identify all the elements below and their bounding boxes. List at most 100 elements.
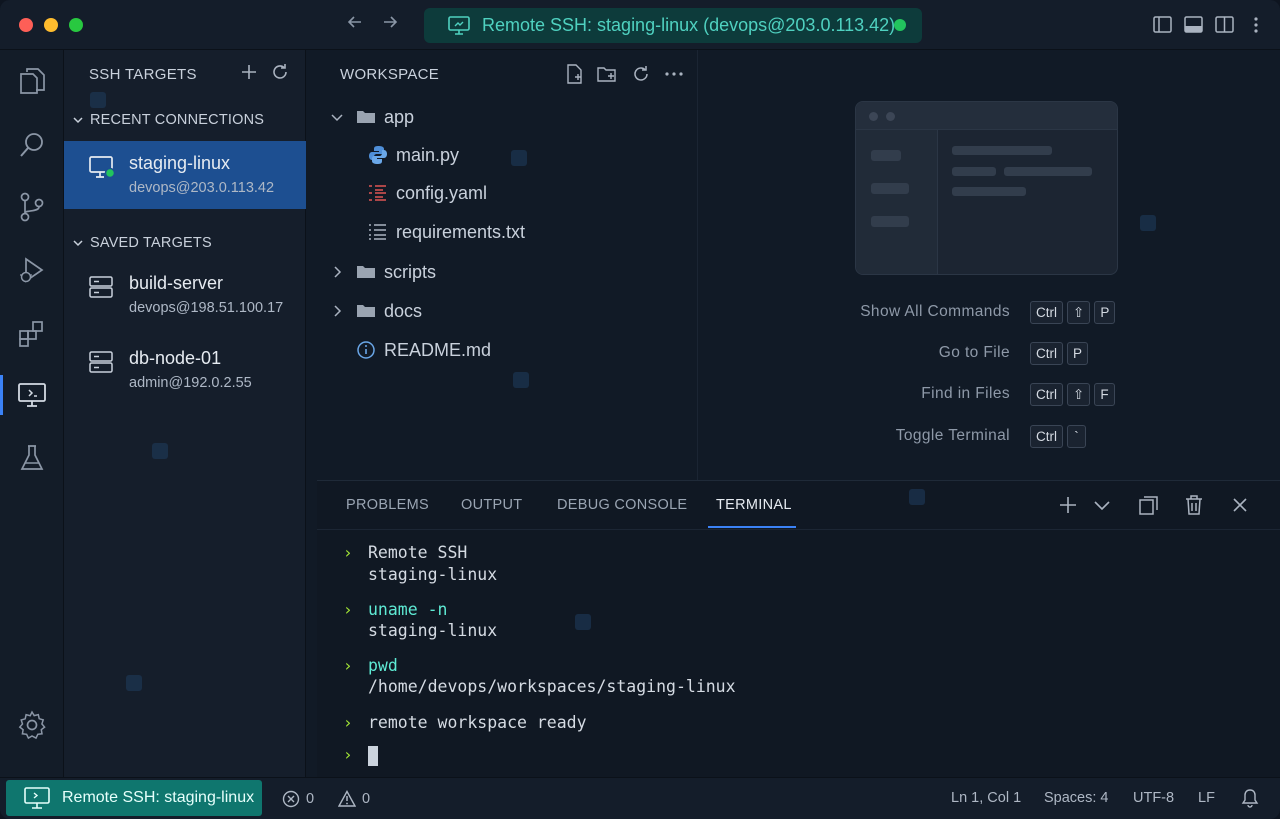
ssh-targets-sidebar: SSH TARGETS RECENT CONNECTIONS staging-l…	[64, 50, 306, 777]
status-indentation[interactable]: Spaces: 4	[1044, 790, 1109, 806]
extensions-icon[interactable]	[16, 317, 48, 349]
new-terminal-icon[interactable]	[1056, 493, 1080, 517]
notifications-bell-icon[interactable]	[1241, 788, 1259, 808]
yaml-file-icon	[369, 185, 386, 201]
active-view-indicator	[0, 375, 3, 415]
search-icon[interactable]	[16, 129, 48, 161]
status-errors[interactable]: 0	[282, 790, 314, 808]
more-options-icon[interactable]	[662, 62, 685, 85]
more-actions-icon[interactable]	[1245, 14, 1266, 35]
toggle-sidebar-icon[interactable]	[1152, 14, 1173, 35]
key: Ctrl	[1030, 342, 1063, 365]
key: F	[1094, 383, 1115, 406]
terminal-prompt: ›	[343, 600, 353, 619]
explorer-title: WORKSPACE	[340, 66, 440, 83]
tree-file-config-yaml[interactable]: config.yaml	[368, 179, 487, 207]
toggle-panel-icon[interactable]	[1183, 14, 1204, 35]
text-file-icon	[369, 224, 386, 240]
testing-flask-icon[interactable]	[16, 442, 48, 474]
run-debug-icon[interactable]	[16, 254, 48, 286]
remote-connection-pill[interactable]: Remote SSH: staging-linux (devops@203.0.…	[424, 8, 922, 43]
shortcut-keys: Ctrl ⇧ P	[1030, 301, 1116, 324]
new-folder-icon[interactable]	[596, 62, 619, 85]
server-icon	[89, 350, 113, 379]
remote-connection-label: Remote SSH: staging-linux (devops@203.0.…	[482, 15, 896, 35]
tab-terminal[interactable]: TERMINAL	[716, 497, 792, 513]
error-icon	[282, 790, 300, 808]
remote-monitor-icon	[24, 787, 50, 809]
refresh-explorer-icon[interactable]	[629, 62, 652, 85]
settings-gear-icon[interactable]	[16, 709, 48, 741]
add-target-icon[interactable]	[240, 63, 258, 87]
tab-debug-console[interactable]: DEBUG CONSOLE	[557, 497, 687, 513]
connection-name: staging-linux	[129, 153, 231, 173]
bottom-panel: PROBLEMS OUTPUT DEBUG CONSOLE TERMINAL ›…	[317, 480, 1280, 777]
status-remote-button[interactable]: Remote SSH: staging-linux	[6, 780, 262, 816]
status-encoding[interactable]: UTF-8	[1133, 790, 1174, 806]
watermark-mark	[575, 614, 591, 630]
trash-icon[interactable]	[1182, 493, 1206, 517]
status-warnings[interactable]: 0	[338, 790, 370, 808]
watermark-mark	[90, 92, 106, 108]
watermark-mark	[511, 150, 527, 166]
minimize-window-button[interactable]	[44, 18, 58, 32]
saved-targets-header[interactable]: SAVED TARGETS	[72, 235, 212, 251]
maximize-window-button[interactable]	[69, 18, 83, 32]
key: ⇧	[1067, 383, 1091, 406]
terminal-command: pwd	[368, 656, 398, 675]
shortcut-label: Show All Commands	[860, 303, 1010, 320]
tree-folder-docs[interactable]: docs	[330, 297, 422, 325]
saved-target-db-node-01[interactable]: db-node-01 admin@192.0.2.55	[64, 336, 306, 404]
saved-target-build-server[interactable]: build-server devops@198.51.100.17	[64, 261, 306, 329]
remote-explorer-icon[interactable]	[16, 379, 48, 411]
status-cursor-position[interactable]: Ln 1, Col 1	[951, 790, 1021, 806]
tree-item-label: app	[384, 106, 415, 127]
recent-connections-label: RECENT CONNECTIONS	[90, 112, 265, 128]
terminal-prompt: ›	[343, 745, 353, 764]
key: Ctrl	[1030, 383, 1063, 406]
key: `	[1067, 425, 1086, 448]
connection-item-staging-linux[interactable]: staging-linux devops@203.0.113.42	[64, 141, 306, 209]
refresh-icon[interactable]	[271, 63, 289, 87]
folder-open-icon	[357, 111, 375, 123]
arrow-right-icon[interactable]	[378, 12, 402, 38]
chevron-right-icon	[334, 305, 342, 317]
info-icon	[357, 341, 375, 359]
key: Ctrl	[1030, 301, 1063, 324]
saved-targets-label: SAVED TARGETS	[90, 235, 212, 251]
close-panel-icon[interactable]	[1228, 493, 1252, 517]
tab-problems[interactable]: PROBLEMS	[346, 497, 429, 513]
status-eol[interactable]: LF	[1198, 790, 1215, 806]
key: ⇧	[1067, 301, 1091, 324]
tree-file-readme[interactable]: README.md	[356, 336, 491, 364]
terminal-output-line: staging-linux	[368, 565, 498, 584]
tree-folder-app[interactable]: app	[330, 103, 414, 131]
title-bar: Remote SSH: staging-linux (devops@203.0.…	[0, 0, 1280, 50]
recent-connections-header[interactable]: RECENT CONNECTIONS	[72, 112, 264, 128]
tree-item-label: config.yaml	[396, 182, 488, 203]
tab-output[interactable]: OUTPUT	[461, 497, 522, 513]
tree-item-label: README.md	[384, 339, 492, 360]
terminal-command: Remote SSH	[368, 543, 468, 562]
terminal-command: uname -n	[368, 600, 448, 619]
folder-icon	[357, 305, 375, 317]
watermark-mark	[126, 675, 142, 691]
source-control-icon[interactable]	[16, 191, 48, 223]
workspace-explorer: WORKSPACE app main.py config.yaml requir…	[317, 50, 698, 480]
editor-welcome: Show All Commands Ctrl ⇧ P Go to File Ct…	[699, 50, 1280, 480]
warning-count: 0	[362, 791, 371, 807]
chevron-down-icon[interactable]	[1090, 493, 1114, 517]
tree-file-requirements-txt[interactable]: requirements.txt	[368, 218, 525, 246]
tree-item-label: docs	[384, 300, 423, 321]
new-file-icon[interactable]	[563, 62, 586, 85]
arrow-left-icon[interactable]	[343, 12, 367, 38]
tree-folder-scripts[interactable]: scripts	[330, 258, 436, 286]
key: P	[1094, 301, 1116, 324]
python-file-icon	[369, 146, 387, 164]
explorer-files-icon[interactable]	[16, 65, 48, 97]
split-terminal-icon[interactable]	[1136, 493, 1160, 517]
tree-file-main-py[interactable]: main.py	[368, 141, 459, 169]
close-window-button[interactable]	[19, 18, 33, 32]
split-editor-icon[interactable]	[1214, 14, 1235, 35]
status-bar: Remote SSH: staging-linux 0 0 Ln 1, Col …	[0, 777, 1280, 819]
